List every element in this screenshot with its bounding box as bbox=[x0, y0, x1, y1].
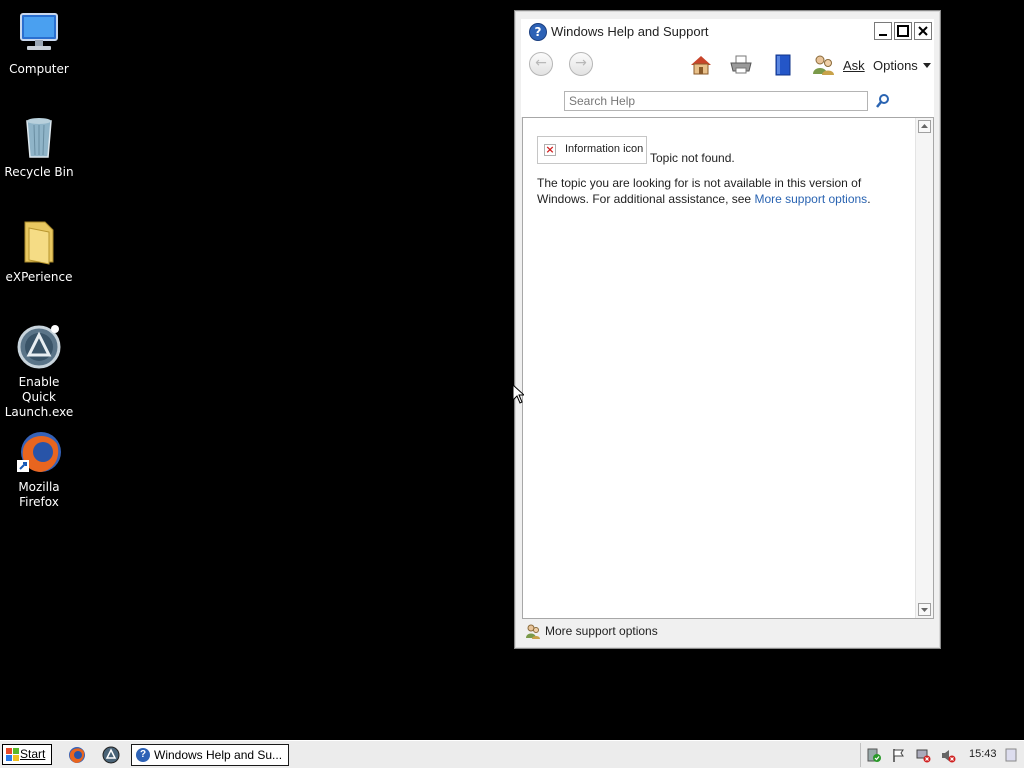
taskbar-button-label: Windows Help and Su... bbox=[154, 748, 283, 762]
quick-launch-icon bbox=[15, 323, 63, 371]
start-label: Start bbox=[20, 747, 46, 761]
information-image: × Information icon bbox=[537, 136, 647, 164]
desktop-icon-label: Mozilla Firefox bbox=[18, 480, 60, 509]
clock[interactable]: 15:43 bbox=[969, 748, 997, 760]
support-people-icon bbox=[525, 623, 541, 639]
title-bar[interactable]: ? Windows Help and Support bbox=[521, 19, 934, 45]
ask-icon[interactable] bbox=[811, 53, 835, 77]
desktop-icon-label: Enable Quick Launch.exe bbox=[4, 375, 74, 419]
topic-message: The topic you are looking for is not ava… bbox=[537, 175, 877, 207]
footer-bar: More support options bbox=[521, 619, 934, 643]
quick-launch-firefox-icon[interactable] bbox=[68, 746, 86, 764]
start-button[interactable]: Start bbox=[2, 744, 52, 765]
system-tray: 15:43 bbox=[860, 743, 1023, 767]
broken-image-icon: × bbox=[544, 143, 556, 156]
forward-icon: → bbox=[575, 55, 587, 71]
desktop-icon-computer[interactable]: Computer bbox=[0, 10, 78, 77]
forward-button[interactable]: → bbox=[569, 52, 593, 76]
vertical-scrollbar[interactable] bbox=[915, 118, 933, 618]
help-icon: ? bbox=[529, 23, 547, 41]
ask-button[interactable]: Ask bbox=[843, 58, 865, 73]
taskbar: Start ? Windows Help and Su... 15:43 bbox=[0, 740, 1024, 768]
desktop-icon-label: Computer bbox=[9, 62, 69, 76]
taskbar-button-help[interactable]: ? Windows Help and Su... bbox=[131, 744, 289, 766]
firefox-icon bbox=[15, 428, 63, 476]
image-alt-text: Information icon bbox=[565, 143, 644, 155]
folder-icon bbox=[15, 218, 63, 266]
desktop-icon-label: Recycle Bin bbox=[4, 165, 74, 179]
close-button[interactable] bbox=[914, 22, 932, 40]
topic-heading: Topic not found. bbox=[650, 151, 735, 165]
show-desktop-button[interactable] bbox=[1005, 748, 1017, 763]
security-shield-icon[interactable] bbox=[867, 748, 882, 763]
desktop-icon-experience[interactable]: eXPerience bbox=[0, 218, 78, 285]
scroll-up-button[interactable] bbox=[918, 120, 931, 133]
help-icon: ? bbox=[136, 748, 150, 762]
computer-icon bbox=[15, 10, 63, 58]
help-content-pane: × Information icon Topic not found. The … bbox=[522, 117, 934, 619]
quick-launch-icon[interactable] bbox=[102, 746, 120, 764]
volume-muted-icon[interactable] bbox=[941, 748, 956, 763]
help-window[interactable]: ? Windows Help and Support ← → Ask Optio… bbox=[514, 10, 941, 649]
maximize-button[interactable] bbox=[894, 22, 912, 40]
search-bar bbox=[521, 85, 934, 117]
desktop-icon-firefox[interactable]: Mozilla Firefox bbox=[0, 428, 78, 510]
options-menu[interactable]: Options bbox=[873, 58, 918, 73]
back-icon: ← bbox=[535, 55, 547, 71]
minimize-button[interactable] bbox=[874, 22, 892, 40]
action-center-flag-icon[interactable] bbox=[891, 748, 906, 763]
scroll-down-button[interactable] bbox=[918, 603, 931, 616]
chevron-down-icon[interactable] bbox=[923, 63, 931, 68]
mouse-cursor-icon bbox=[512, 383, 526, 404]
back-button[interactable]: ← bbox=[529, 52, 553, 76]
windows-logo-icon bbox=[6, 748, 19, 761]
recycle-bin-icon bbox=[15, 113, 63, 161]
search-input[interactable] bbox=[564, 91, 868, 111]
desktop-icon-quick-launch[interactable]: Enable Quick Launch.exe bbox=[0, 323, 78, 420]
more-support-options-link[interactable]: More support options bbox=[754, 192, 867, 206]
network-disconnected-icon[interactable] bbox=[916, 748, 931, 763]
window-title: Windows Help and Support bbox=[551, 24, 709, 39]
topic-message-end: . bbox=[867, 192, 871, 206]
print-icon[interactable] bbox=[729, 53, 753, 77]
desktop-icon-recycle-bin[interactable]: Recycle Bin bbox=[0, 113, 78, 180]
toolbar: ← → Ask Options bbox=[521, 45, 934, 85]
more-support-options-button[interactable]: More support options bbox=[545, 624, 658, 638]
browse-help-icon[interactable] bbox=[771, 53, 795, 77]
search-icon[interactable] bbox=[875, 93, 891, 109]
desktop-icon-label: eXPerience bbox=[5, 270, 73, 284]
home-icon[interactable] bbox=[689, 53, 713, 77]
